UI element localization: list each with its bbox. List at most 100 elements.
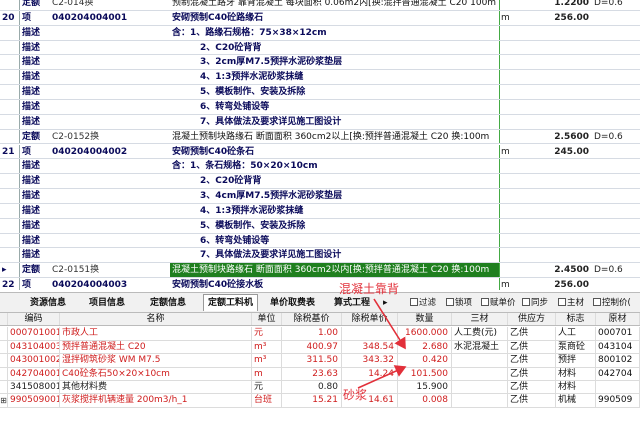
- bill-row-desc[interactable]: 描述 2、C20砼背背: [0, 174, 640, 190]
- header-original-material[interactable]: 原材: [596, 313, 640, 326]
- header-unit-price[interactable]: 除税单价: [342, 313, 398, 326]
- material-original: 000701: [596, 327, 640, 340]
- tab-unit-price-fee[interactable]: 单价取费表: [266, 295, 319, 312]
- header-code[interactable]: 编码: [8, 313, 60, 326]
- row-number: [0, 248, 20, 263]
- material-supplier: 乙供: [508, 354, 556, 367]
- row-number: ▸: [0, 263, 20, 278]
- row-number: [0, 159, 20, 174]
- material-row[interactable]: ⊞990509001.1灰浆搅拌机辆速量 200m3/h_1台班15.2114.…: [0, 394, 640, 408]
- header-flag[interactable]: 标志: [556, 313, 596, 326]
- row-type: 定额: [22, 0, 41, 8]
- material-quantity[interactable]: 0.008: [398, 394, 452, 407]
- material-row[interactable]: 043001002 湿拌砌筑砂浆 WM M7.5 m³ 311.50 343.32 0.4…: [0, 354, 640, 368]
- material-supplier: 乙供: [508, 381, 556, 394]
- row-marker: [0, 340, 8, 354]
- row-unit: [500, 115, 540, 129]
- row-type: 项: [22, 280, 32, 290]
- bill-row-ding[interactable]: 定额 C2-0152换 混凝土预制块路缘石 断面面积 360cm2以上[换:预拌普通…: [0, 129, 640, 145]
- header-name[interactable]: 名称: [60, 313, 252, 326]
- tab-resource-info[interactable]: 资源信息: [26, 295, 70, 312]
- tab-project-info[interactable]: 项目信息: [85, 295, 129, 312]
- row-unit: [500, 219, 540, 233]
- header-unit[interactable]: 单位: [252, 313, 282, 326]
- bill-row-desc[interactable]: 描述 5、模板制作、安装及拆除: [0, 218, 640, 234]
- material-code: 990509001.1: [8, 394, 60, 407]
- row-name: 6、转弯处铺设等: [170, 99, 500, 114]
- bill-row-desc0[interactable]: 描述 含：1、条石规格：50×20×10cm: [0, 159, 640, 175]
- material-quantity[interactable]: 101.500: [398, 367, 452, 380]
- material-name: 预拌普通混凝土 C20: [60, 340, 252, 354]
- lock-item-checkbox[interactable]: 锁项: [446, 295, 472, 312]
- material-three-materials: [452, 367, 508, 380]
- material-name: C40砼条石50×20×10cm: [60, 367, 252, 380]
- bill-row-desc[interactable]: 描述 4、1:3预拌水泥砂浆抹缝: [0, 70, 640, 86]
- tab-scroll-arrow-icon[interactable]: ▸: [379, 295, 392, 312]
- tab-quota-info[interactable]: 定额信息: [146, 295, 190, 312]
- material-unit: 元: [252, 381, 282, 394]
- row-quantity: [540, 70, 592, 84]
- material-base-price: 15.21: [282, 394, 342, 407]
- header-quantity[interactable]: 数量: [398, 313, 452, 326]
- row-quantity: [540, 26, 592, 40]
- main-material-checkbox[interactable]: 主材: [558, 295, 584, 312]
- sync-checkbox[interactable]: 同步: [522, 295, 548, 312]
- row-code: [50, 26, 170, 40]
- material-three-materials: [452, 354, 508, 367]
- row-extra: D=0.6: [594, 131, 623, 142]
- bill-row-xiang[interactable]: 22 项 040204004003 安砌预制C40砼接水板 m 256.00: [0, 278, 640, 290]
- bill-row-desc[interactable]: 描述 4、1:3预拌水泥砂浆抹缝: [0, 203, 640, 219]
- material-row[interactable]: 043104003 预拌普通混凝土 C20 m³ 400.97 348.54 2.680 水…: [0, 340, 640, 355]
- material-original: [596, 381, 640, 394]
- row-code: [50, 115, 170, 129]
- bill-row-desc[interactable]: 描述 5、模板制作、安装及拆除: [0, 85, 640, 100]
- tab-quota-materials[interactable]: 定额工料机: [203, 294, 259, 311]
- assign-price-checkbox[interactable]: 赋单价: [481, 295, 516, 312]
- bill-row-desc0[interactable]: 描述 含：1、路缘石规格：75×38×12cm: [0, 25, 640, 41]
- row-code: [50, 174, 170, 188]
- material-row[interactable]: 341508001.5其他材料费元0.80 15.900 乙供材料: [0, 381, 640, 395]
- header-three-materials[interactable]: 三材: [452, 313, 508, 326]
- row-quantity: [540, 204, 592, 218]
- row-code: [50, 189, 170, 203]
- header-supplier[interactable]: 供应方: [508, 313, 556, 326]
- bill-row-desc[interactable]: 描述 3、2cm厚M7.5预拌水泥砂浆垫层: [0, 55, 640, 71]
- row-extra: [592, 278, 640, 290]
- material-name: 灰浆搅拌机辆速量 200m3/h_1: [60, 394, 252, 407]
- material-flag: 材料: [556, 367, 596, 380]
- bill-row-desc[interactable]: 描述 7、具体做法及要求详见施工图设计: [0, 114, 640, 130]
- material-row[interactable]: 042704001.3C40砼条石50×20×10cmm23.6314.2410…: [0, 367, 640, 381]
- material-original: 042704: [596, 367, 640, 380]
- control-price-checkbox[interactable]: 控制价(: [593, 295, 631, 312]
- tab-formula-works[interactable]: 算式工程: [330, 295, 374, 312]
- bill-row-desc[interactable]: 描述 7、具体做法及要求详见施工图设计: [0, 248, 640, 264]
- row-extra: D=0.6: [594, 0, 623, 8]
- material-quantity[interactable]: 1600.000: [398, 327, 452, 340]
- bill-row-desc[interactable]: 描述 3、4cm厚M7.5预拌水泥砂浆垫层: [0, 189, 640, 204]
- header-base-price[interactable]: 除税基价: [282, 313, 342, 326]
- material-quantity[interactable]: 15.900: [398, 381, 452, 394]
- row-quantity: [540, 248, 592, 262]
- row-unit: [500, 174, 540, 188]
- row-number: [0, 189, 20, 203]
- material-quantity[interactable]: 0.420: [398, 354, 452, 367]
- bill-row-desc[interactable]: 描述 6、转弯处铺设等: [0, 99, 640, 115]
- row-name: 7、具体做法及要求详见施工图设计: [170, 248, 500, 263]
- filter-checkbox[interactable]: 过滤: [410, 295, 436, 312]
- row-number: [0, 114, 20, 129]
- bill-row-desc[interactable]: 描述 2、C20砼背背: [0, 40, 640, 56]
- row-code: 040204004002: [52, 146, 128, 157]
- row-extra: [592, 159, 640, 173]
- bill-row-hl[interactable]: ▸ 定额 C2-0151换 混凝土预制块路缘石 断面面积 360cm2以内[换:预拌普…: [0, 263, 640, 279]
- material-three-materials: 水泥混凝土: [452, 340, 508, 354]
- bill-row-ding[interactable]: 定额 C2-014换 预制混凝土路牙 靠背混凝土 每块面积 0.06m2内[换:混拌…: [0, 0, 640, 11]
- material-flag: 预拌: [556, 354, 596, 367]
- bill-row-xiang[interactable]: 21 项 040204004002 安砌预制C40砼条石 m 245.00: [0, 144, 640, 160]
- material-row[interactable]: 000701001 市政人工元 1.00 1600.000 人工费(元) 乙供 人工 0007…: [0, 327, 640, 341]
- row-marker: [0, 367, 8, 380]
- bill-row-desc[interactable]: 描述 6、转弯处铺设等: [0, 233, 640, 249]
- material-quantity[interactable]: 2.680: [398, 340, 452, 354]
- bill-row-xiang[interactable]: 20 项 040204004001 安砌预制C40砼路缘石 m 256.00: [0, 10, 640, 26]
- row-number: [0, 99, 20, 114]
- row-unit: [500, 204, 540, 218]
